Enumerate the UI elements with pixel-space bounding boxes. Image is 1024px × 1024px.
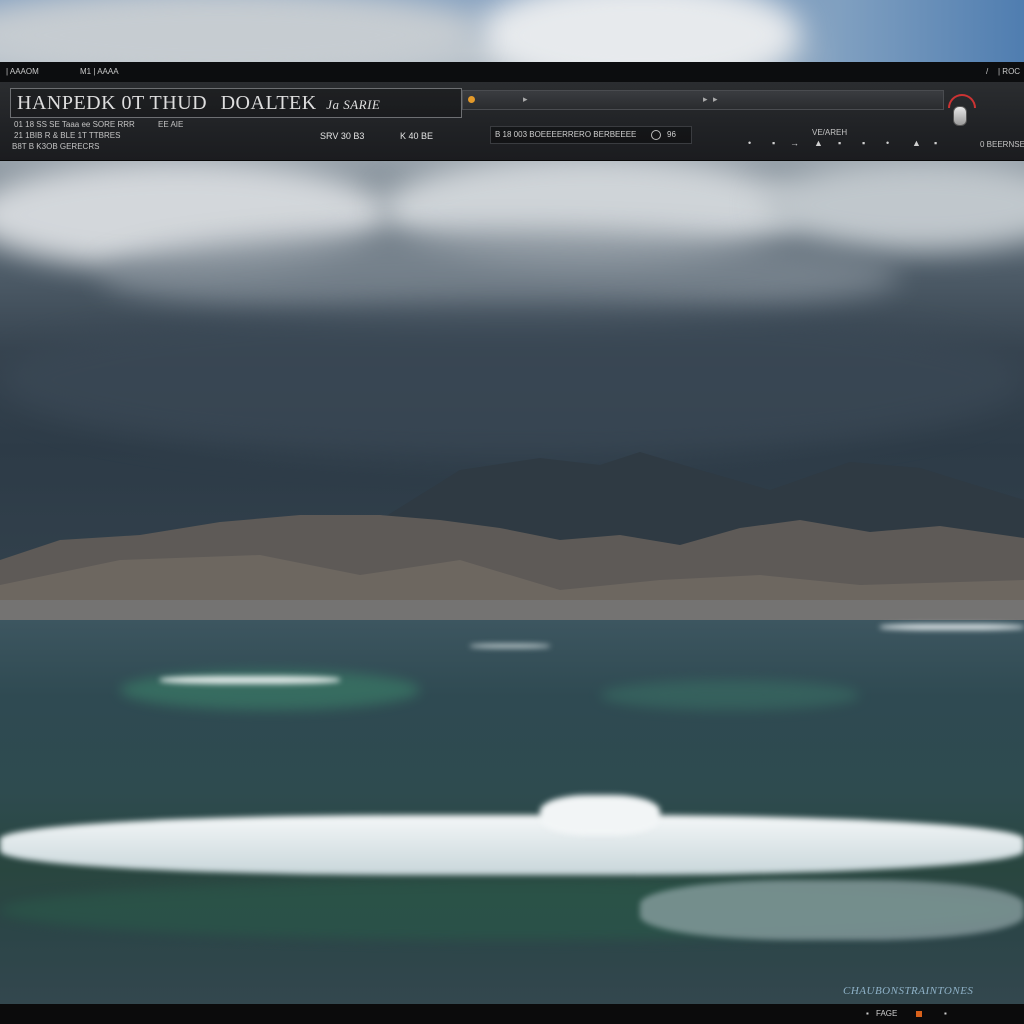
toolbar-button[interactable]: ▪ — [838, 138, 841, 148]
mouse-icon[interactable] — [953, 106, 967, 126]
header-info: 01 18 SS SE Taaa ee SORE RRR — [14, 120, 135, 129]
toolbar-button[interactable]: ▪ — [772, 138, 775, 148]
status-dot-icon — [468, 96, 475, 103]
status-item[interactable]: ▪ — [866, 1009, 869, 1018]
title-suffix: Ja SARIE — [326, 97, 381, 112]
title-highlight: DOALTEK — [220, 92, 317, 114]
wave-swell — [600, 680, 860, 710]
title-box: HANPEDK 0T THUD DOALTEK Ja SARIE — [10, 88, 462, 118]
menu-item[interactable]: | AAAOM — [6, 62, 39, 82]
segment-count: 96 — [667, 130, 676, 139]
header-info: EE AIE — [158, 120, 184, 129]
header-info: 21 1BIB R & BLE 1T TTBRES — [14, 131, 121, 140]
status-item[interactable]: FAGE — [876, 1009, 897, 1018]
wave-foam — [880, 624, 1024, 630]
wave-foam — [160, 676, 340, 684]
toolbar-button[interactable]: ▪ — [934, 138, 937, 148]
menu-strip: | AAAOM M1 | AAAA / | ROC — [0, 62, 1024, 82]
toolbar-button[interactable]: • — [886, 138, 889, 148]
toolbar-button[interactable]: ▲ — [814, 138, 823, 148]
wave-foam — [540, 795, 660, 835]
circle-icon — [651, 130, 661, 140]
header-info: B8T B K3OB GERECRS — [12, 142, 100, 151]
arrow-icon: ▸ — [713, 94, 718, 104]
title-main: HANPEDK 0T THUD — [17, 92, 208, 114]
address-bar[interactable]: ▸ ▸ ▸ — [462, 90, 944, 110]
toolbar-button[interactable]: ▲ — [912, 138, 921, 148]
menu-item[interactable]: | ROC — [998, 62, 1020, 82]
page-title: HANPEDK 0T THUD DOALTEK Ja SARIE — [17, 92, 380, 115]
arrow-icon: ▸ — [523, 94, 528, 104]
app-header: HANPEDK 0T THUD DOALTEK Ja SARIE ▸ ▸ ▸ 0… — [0, 82, 1024, 161]
header-link[interactable]: 0 BEERNSE — [980, 140, 1024, 149]
status-item[interactable]: ▪ — [944, 1009, 947, 1018]
wave-foam — [640, 880, 1024, 940]
status-flag-icon — [916, 1011, 922, 1017]
segment-label: B 18 003 BOEEEERRERO BERBEEEE — [495, 130, 637, 139]
toolbar-button[interactable]: • — [748, 138, 751, 148]
segment-field[interactable]: B 18 003 BOEEEERRERO BERBEEEE 96 — [490, 126, 692, 144]
toolbar-button[interactable]: ▪ — [862, 138, 865, 148]
header-label: SRV 30 B3 — [320, 131, 365, 141]
status-bar: ▪ FAGE ▪ — [0, 1004, 1024, 1024]
toolbar-button[interactable]: → — [790, 138, 799, 148]
wave-foam — [470, 644, 550, 648]
menu-item[interactable]: / — [986, 62, 988, 82]
arrow-icon: ▸ — [703, 94, 708, 104]
wave-foam — [0, 815, 1024, 875]
photo-credit: CHAUBONSTRAINTONES — [843, 985, 974, 997]
header-label: VE/AREH — [812, 128, 848, 137]
header-label: K 40 BE — [400, 131, 434, 141]
menu-item[interactable]: M1 | AAAA — [80, 62, 119, 82]
